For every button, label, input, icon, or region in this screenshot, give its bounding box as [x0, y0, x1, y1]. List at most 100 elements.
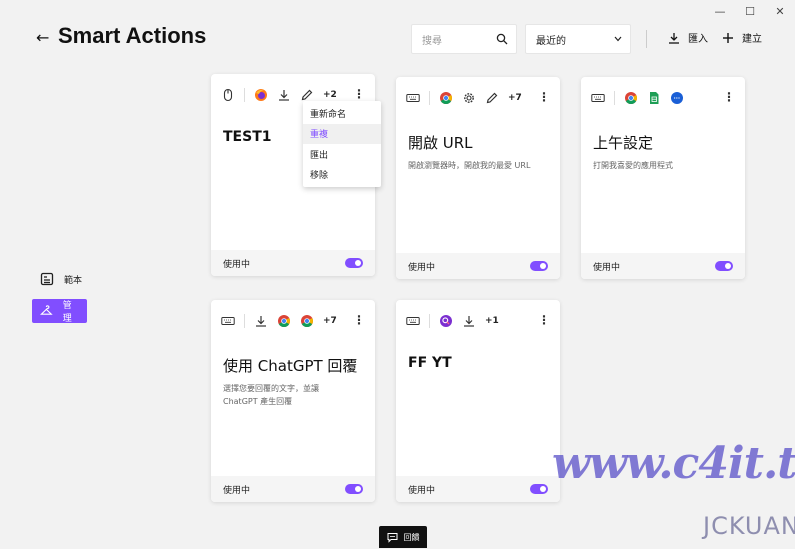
- extra-action-count: +1: [485, 316, 499, 326]
- icon-divider: [244, 314, 245, 328]
- card-title: TEST1: [223, 129, 272, 145]
- card-enable-toggle[interactable]: [345, 484, 363, 494]
- icon-divider: [429, 91, 430, 105]
- card-footer: 使用中: [211, 250, 375, 276]
- plus-icon: [723, 32, 733, 43]
- icon-divider: [614, 91, 615, 105]
- chrome-icon: [439, 91, 453, 105]
- icon-divider: [244, 88, 245, 102]
- card-footer: 使用中: [396, 476, 560, 502]
- feedback-label: 回饋: [403, 532, 420, 542]
- template-icon: [40, 272, 54, 286]
- pencil-icon: [485, 91, 499, 105]
- card-status: 使用中: [223, 485, 251, 496]
- card-context-menu: 重新命名 重複 匯出 移除: [303, 101, 381, 187]
- card-description: 打開我喜愛的應用程式: [593, 161, 673, 170]
- download-icon: [277, 88, 291, 102]
- create-label: 建立: [742, 34, 762, 45]
- card-enable-toggle[interactable]: [345, 258, 363, 268]
- card-title: 使用 ChatGPT 回覆: [223, 357, 358, 375]
- sidebar-item-manage[interactable]: 管理: [32, 299, 87, 324]
- icon-divider: [429, 314, 430, 328]
- card-more-menu-button[interactable]: ⋮: [723, 91, 735, 103]
- toolbar-divider: [646, 30, 647, 48]
- import-button[interactable]: 匯入: [668, 30, 708, 45]
- keyboard-icon: [591, 91, 605, 105]
- card-status: 使用中: [408, 262, 436, 273]
- card-trigger-icons: [591, 91, 684, 105]
- menu-item-export[interactable]: 匯出: [303, 144, 381, 165]
- card-title: 開啟 URL: [408, 134, 473, 152]
- minimize-button[interactable]: —: [705, 0, 735, 22]
- action-card[interactable]: +7 ⋮ 開啟 URL 開啟瀏覽器時，開啟我的最愛 URL 使用中: [396, 77, 560, 279]
- card-enable-toggle[interactable]: [715, 261, 733, 271]
- card-enable-toggle[interactable]: [530, 261, 548, 271]
- sidebar-item-label: 範本: [64, 275, 83, 286]
- search-placeholder: 搜尋: [422, 35, 442, 47]
- card-title: 上午設定: [593, 134, 654, 152]
- extra-action-count: +2: [323, 90, 337, 100]
- card-status: 使用中: [408, 485, 436, 496]
- card-more-menu-button[interactable]: ⋮: [538, 91, 550, 103]
- card-description: 選擇您要回覆的文字，並讓 ChatGPT 產生回覆: [223, 384, 319, 406]
- card-trigger-icons: +1: [406, 314, 499, 328]
- maximize-button[interactable]: ☐: [735, 0, 765, 22]
- import-label: 匯入: [688, 34, 708, 45]
- card-footer: 使用中: [211, 476, 375, 502]
- blue-app-icon: [670, 91, 684, 105]
- action-card[interactable]: +7 ⋮ 使用 ChatGPT 回覆 選擇您要回覆的文字，並讓 ChatGPT …: [211, 300, 375, 502]
- download-icon: [669, 32, 679, 44]
- action-card[interactable]: +1 ⋮ FF YT 使用中: [396, 300, 560, 502]
- sidebar-item-templates[interactable]: 範本: [32, 267, 90, 291]
- close-button[interactable]: ✕: [765, 0, 795, 22]
- chevron-down-icon: [614, 36, 622, 42]
- chrome-icon: [300, 314, 314, 328]
- feedback-button[interactable]: 回饋: [379, 526, 427, 548]
- menu-item-duplicate[interactable]: 重複: [303, 123, 381, 144]
- search-icon: [496, 33, 508, 45]
- watermark-url: www.c4it.tw: [552, 438, 795, 489]
- keyboard-icon: [406, 314, 420, 328]
- window-controls: — ☐ ✕: [705, 0, 795, 22]
- create-button[interactable]: 建立: [722, 30, 762, 45]
- card-trigger-icons: +7: [221, 314, 337, 328]
- chrome-icon: [277, 314, 291, 328]
- card-title: FF YT: [408, 355, 452, 371]
- feedback-icon: [387, 532, 397, 543]
- card-trigger-icons: +7: [406, 91, 522, 105]
- sort-select[interactable]: 最近的: [525, 24, 631, 54]
- manage-hanger-icon: [40, 305, 53, 315]
- pencil-icon: [300, 88, 314, 102]
- page-title: Smart Actions: [58, 23, 207, 48]
- back-arrow-icon[interactable]: ←: [36, 28, 49, 47]
- sidebar-item-label: 管理: [62, 301, 72, 324]
- keyboard-icon: [406, 91, 420, 105]
- menu-item-remove[interactable]: 移除: [303, 165, 381, 186]
- download-icon: [254, 314, 268, 328]
- spreadsheet-icon: [647, 91, 661, 105]
- gear-icon: [462, 91, 476, 105]
- menu-item-rename[interactable]: 重新命名: [303, 103, 381, 124]
- keyboard-icon: [221, 314, 235, 328]
- card-footer: 使用中: [581, 253, 745, 279]
- card-status: 使用中: [593, 262, 621, 273]
- card-more-menu-button[interactable]: ⋮: [353, 88, 365, 100]
- action-card[interactable]: ⋮ 上午設定 打開我喜愛的應用程式 使用中: [581, 77, 745, 279]
- card-footer: 使用中: [396, 253, 560, 279]
- chrome-icon: [624, 91, 638, 105]
- sort-value: 最近的: [536, 35, 566, 47]
- extra-action-count: +7: [323, 316, 337, 326]
- mouse-icon: [221, 88, 235, 102]
- card-description: 開啟瀏覽器時，開啟我的最愛 URL: [408, 161, 531, 170]
- app-search-icon: [439, 314, 453, 328]
- card-more-menu-button[interactable]: ⋮: [538, 314, 550, 326]
- card-trigger-icons: +2: [221, 88, 337, 102]
- card-status: 使用中: [223, 259, 251, 270]
- card-more-menu-button[interactable]: ⋮: [353, 314, 365, 326]
- card-enable-toggle[interactable]: [530, 484, 548, 494]
- download-icon: [462, 314, 476, 328]
- firefox-icon: [254, 88, 268, 102]
- extra-action-count: +7: [508, 93, 522, 103]
- watermark-name: JCKUAN: [703, 512, 795, 540]
- search-input[interactable]: 搜尋: [411, 24, 517, 54]
